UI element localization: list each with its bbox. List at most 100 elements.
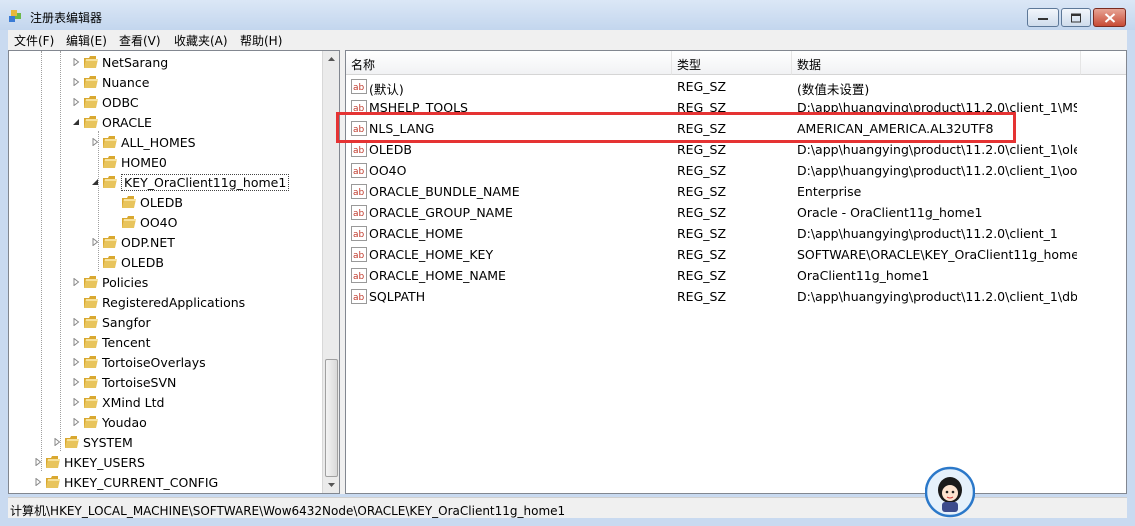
expand-arrow-icon[interactable] [34, 478, 42, 486]
folder-icon [103, 176, 117, 188]
column-type-label: 类型 [677, 58, 702, 72]
tree-item[interactable]: ALL_HOMES [9, 132, 329, 152]
expand-arrow-icon[interactable] [72, 398, 80, 406]
value-name: OLEDB [369, 142, 412, 157]
tree-item[interactable]: Sangfor [9, 312, 329, 332]
tree-item[interactable]: TortoiseOverlays [9, 352, 329, 372]
column-header-name[interactable]: 名称 [346, 51, 672, 75]
folder-icon [122, 196, 136, 208]
tree-item-label: Policies [102, 275, 149, 290]
tree-item[interactable]: Nuance [9, 72, 329, 92]
value-type: REG_SZ [677, 247, 727, 262]
tree-item-label: ODBC [102, 95, 139, 110]
tree-item[interactable]: RegisteredApplications [9, 292, 329, 312]
svg-text:ab: ab [353, 293, 365, 303]
close-icon [1104, 12, 1115, 23]
folder-icon [103, 256, 117, 268]
value-type: REG_SZ [677, 205, 727, 220]
menu-edit[interactable]: 编辑(E) [66, 32, 107, 49]
folder-icon [46, 476, 60, 488]
tree-item[interactable]: XMind Ltd [9, 392, 329, 412]
collapse-arrow-icon[interactable] [72, 118, 80, 126]
tree-item[interactable]: TortoiseSVN [9, 372, 329, 392]
tree-item[interactable]: OLEDB [9, 192, 329, 212]
tree-item[interactable]: HKEY_USERS [9, 452, 329, 472]
tree-item[interactable]: HKEY_CURRENT_CONFIG [9, 472, 329, 492]
value-row[interactable]: ab SQLPATH REG_SZ D:\app\huangying\product\… [346, 286, 1126, 307]
value-type: REG_SZ [677, 289, 727, 304]
value-type: REG_SZ [677, 184, 727, 199]
value-data: D:\app\huangying\product\11.2.0\client_1 [797, 226, 1058, 241]
expand-arrow-icon[interactable] [91, 138, 99, 146]
tree-item[interactable]: ODBC [9, 92, 329, 112]
expand-arrow-icon[interactable] [72, 318, 80, 326]
registry-tree[interactable]: NetSarang Nuance ODBC ORACLE ALL_HOMES HOME0 K… [8, 50, 340, 494]
tree-item[interactable]: HOME0 [9, 152, 329, 172]
expand-arrow-icon[interactable] [72, 358, 80, 366]
value-type: REG_SZ [677, 268, 727, 283]
tree-item-label: Nuance [102, 75, 150, 90]
tree-item-label: ODP.NET [121, 235, 175, 250]
maximize-button[interactable] [1061, 8, 1091, 27]
tree-item-label: HKEY_USERS [64, 455, 145, 470]
tree-item[interactable]: OO4O [9, 212, 329, 232]
tree-item-label: XMind Ltd [102, 395, 165, 410]
value-row[interactable]: ab OO4O REG_SZ D:\app\huangying\product\11.… [346, 160, 1126, 181]
value-name: SQLPATH [369, 289, 426, 304]
value-row[interactable]: ab ORACLE_HOME REG_SZ D:\app\huangying\prod… [346, 223, 1126, 244]
scroll-down-arrow-icon[interactable] [323, 476, 340, 493]
tree-item[interactable]: Policies [9, 272, 329, 292]
column-header-type[interactable]: 类型 [672, 51, 792, 75]
scroll-up-arrow-icon[interactable] [323, 51, 340, 68]
svg-text:ab: ab [353, 272, 365, 282]
tree-item-label: OLEDB [140, 195, 183, 210]
tree-item[interactable]: Tencent [9, 332, 329, 352]
nls-lang-highlight [336, 112, 1016, 143]
value-data: D:\app\huangying\product\11.2.0\client_1… [797, 142, 1077, 157]
expand-arrow-icon[interactable] [91, 238, 99, 246]
expand-arrow-icon[interactable] [53, 438, 61, 446]
close-button[interactable] [1093, 8, 1126, 27]
string-value-icon: ab [351, 205, 367, 220]
tree-item[interactable]: NetSarang [9, 52, 329, 72]
scroll-thumb[interactable] [325, 359, 338, 477]
value-row[interactable]: ab (默认) REG_SZ (数值未设置) [346, 76, 1126, 97]
tree-item-label: SYSTEM [83, 435, 133, 450]
menu-favorites[interactable]: 收藏夹(A) [174, 32, 228, 49]
value-row[interactable]: ab ORACLE_HOME_NAME REG_SZ OraClient11g_hom… [346, 265, 1126, 286]
tree-item-label: HKEY_CURRENT_CONFIG [64, 475, 219, 490]
expand-arrow-icon[interactable] [72, 278, 80, 286]
expand-arrow-icon[interactable] [72, 58, 80, 66]
expand-arrow-icon[interactable] [72, 418, 80, 426]
expand-arrow-icon[interactable] [72, 78, 80, 86]
column-header-data[interactable]: 数据 [792, 51, 1081, 75]
window-title: 注册表编辑器 [30, 11, 103, 25]
value-row[interactable]: ab ORACLE_HOME_KEY REG_SZ SOFTWARE\ORACLE\K… [346, 244, 1126, 265]
value-name: ORACLE_BUNDLE_NAME [369, 184, 520, 199]
folder-icon [84, 396, 98, 408]
status-path: 计算机\HKEY_LOCAL_MACHINE\SOFTWARE\Wow6432N… [10, 504, 566, 518]
tree-item[interactable]: OLEDB [9, 252, 329, 272]
folder-icon [84, 296, 98, 308]
expand-arrow-icon[interactable] [72, 98, 80, 106]
value-row[interactable]: ab ORACLE_BUNDLE_NAME REG_SZ Enterprise [346, 181, 1126, 202]
value-data: D:\app\huangying\product\11.2.0\client_1… [797, 289, 1077, 304]
tree-item[interactable]: SYSTEM [9, 432, 329, 452]
tree-item[interactable]: ORACLE [9, 112, 329, 132]
expand-arrow-icon[interactable] [72, 338, 80, 346]
menu-view[interactable]: 查看(V) [119, 32, 161, 49]
value-row[interactable]: ab ORACLE_GROUP_NAME REG_SZ Oracle - OraCli… [346, 202, 1126, 223]
column-data-label: 数据 [797, 58, 822, 72]
folder-icon [84, 316, 98, 328]
menu-help[interactable]: 帮助(H) [240, 32, 282, 49]
expand-arrow-icon[interactable] [34, 458, 42, 466]
collapse-arrow-icon[interactable] [91, 178, 99, 186]
folder-icon [84, 336, 98, 348]
menu-file[interactable]: 文件(F) [14, 32, 54, 49]
expand-arrow-icon[interactable] [72, 378, 80, 386]
tree-item[interactable]: Youdao [9, 412, 329, 432]
tree-item[interactable]: ODP.NET [9, 232, 329, 252]
tree-item[interactable]: KEY_OraClient11g_home1 [9, 172, 329, 192]
value-data: D:\app\huangying\product\11.2.0\client_1… [797, 163, 1077, 178]
minimize-button[interactable] [1027, 8, 1059, 27]
